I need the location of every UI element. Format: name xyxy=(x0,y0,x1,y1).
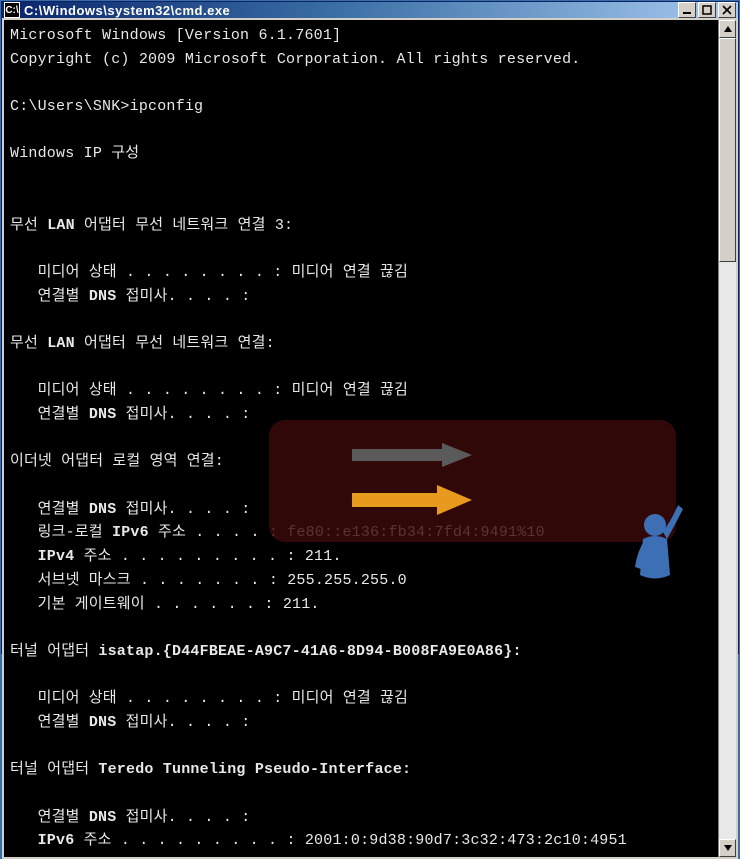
line: 이더넷 어댑터 로컬 영역 연결: xyxy=(10,453,224,470)
line: 접미사. . . . : xyxy=(116,714,250,731)
close-button[interactable] xyxy=(718,2,736,18)
line: 접미사. . . . : xyxy=(116,288,250,305)
line: 미디어 상태 . . . . . . . . : 미디어 연결 끊김 xyxy=(10,690,408,707)
line: 링크-로컬 xyxy=(10,524,112,541)
vertical-scrollbar[interactable] xyxy=(718,20,736,857)
line xyxy=(10,832,38,849)
minimize-button[interactable] xyxy=(678,2,696,18)
line-bold: DNS xyxy=(89,809,117,826)
line: 무선 xyxy=(10,217,47,234)
line-bold: DNS xyxy=(89,501,117,518)
scroll-track[interactable] xyxy=(719,38,736,839)
line: 접미사. . . . : xyxy=(116,406,250,423)
line-bold: isatap.{D44FBEAE-A9C7-41A6-8D94-B008FA9E… xyxy=(98,643,521,660)
line: 접미사. . . . : xyxy=(116,501,250,518)
line: 미디어 상태 . . . . . . . . : 미디어 연결 끊김 xyxy=(10,264,408,281)
line: 어댑터 무선 네트워크 연결 3: xyxy=(75,217,293,234)
line-bold: IPv4 xyxy=(38,548,75,565)
line-bold: DNS xyxy=(89,714,117,731)
line-bold: LAN xyxy=(47,335,75,352)
maximize-button[interactable] xyxy=(698,2,716,18)
client-area: Microsoft Windows [Version 6.1.7601] Cop… xyxy=(2,18,738,859)
line-bold: DNS xyxy=(89,406,117,423)
line-bold: IPv6 xyxy=(38,832,75,849)
line: 주소 . . . . . . . . . : 211. xyxy=(74,548,341,565)
line: 연결별 xyxy=(10,714,89,731)
line: C:\Users\SNK>ipconfig xyxy=(10,98,203,115)
scroll-up-button[interactable] xyxy=(719,20,736,38)
line: Windows IP 구성 xyxy=(10,145,139,162)
line: Copyright (c) 2009 Microsoft Corporation… xyxy=(10,51,581,68)
window-controls xyxy=(678,2,736,18)
line: 어댑터 무선 네트워크 연결: xyxy=(75,335,275,352)
cmd-window: C:\ C:\Windows\system32\cmd.exe Microsof… xyxy=(1,1,739,654)
line-bold: LAN xyxy=(47,217,75,234)
line: 연결별 xyxy=(10,809,89,826)
line: Microsoft Windows [Version 6.1.7601] xyxy=(10,27,341,44)
line: 터널 어댑터 xyxy=(10,761,98,778)
line: 주소 . . . . . . . . . : 2001:0:9d38:90d7:… xyxy=(74,832,626,849)
window-title: C:\Windows\system32\cmd.exe xyxy=(24,3,678,18)
line: 서브넷 마스크 . . . . . . . : 255.255.255.0 xyxy=(10,572,407,589)
line-bold: Teredo Tunneling Pseudo-Interface: xyxy=(98,761,411,778)
line: 접미사. . . . : xyxy=(116,809,250,826)
line xyxy=(10,548,38,565)
line: 연결별 xyxy=(10,406,89,423)
line: 주소 . . . . : fe80::e136:fb34:7fd4:9491%1… xyxy=(149,524,545,541)
cmd-icon: C:\ xyxy=(4,2,20,18)
line-bold: DNS xyxy=(89,288,117,305)
titlebar[interactable]: C:\ C:\Windows\system32\cmd.exe xyxy=(2,2,738,18)
line: 연결별 xyxy=(10,288,89,305)
line: 터널 어댑터 xyxy=(10,643,98,660)
console-output[interactable]: Microsoft Windows [Version 6.1.7601] Cop… xyxy=(4,20,718,857)
line-bold: IPv6 xyxy=(112,524,149,541)
line: 연결별 xyxy=(10,501,89,518)
line: 무선 xyxy=(10,335,47,352)
scroll-down-button[interactable] xyxy=(719,839,736,857)
line: 미디어 상태 . . . . . . . . : 미디어 연결 끊김 xyxy=(10,382,408,399)
scroll-thumb[interactable] xyxy=(719,38,736,262)
line: 기본 게이트웨이 . . . . . . : 211. xyxy=(10,596,320,613)
